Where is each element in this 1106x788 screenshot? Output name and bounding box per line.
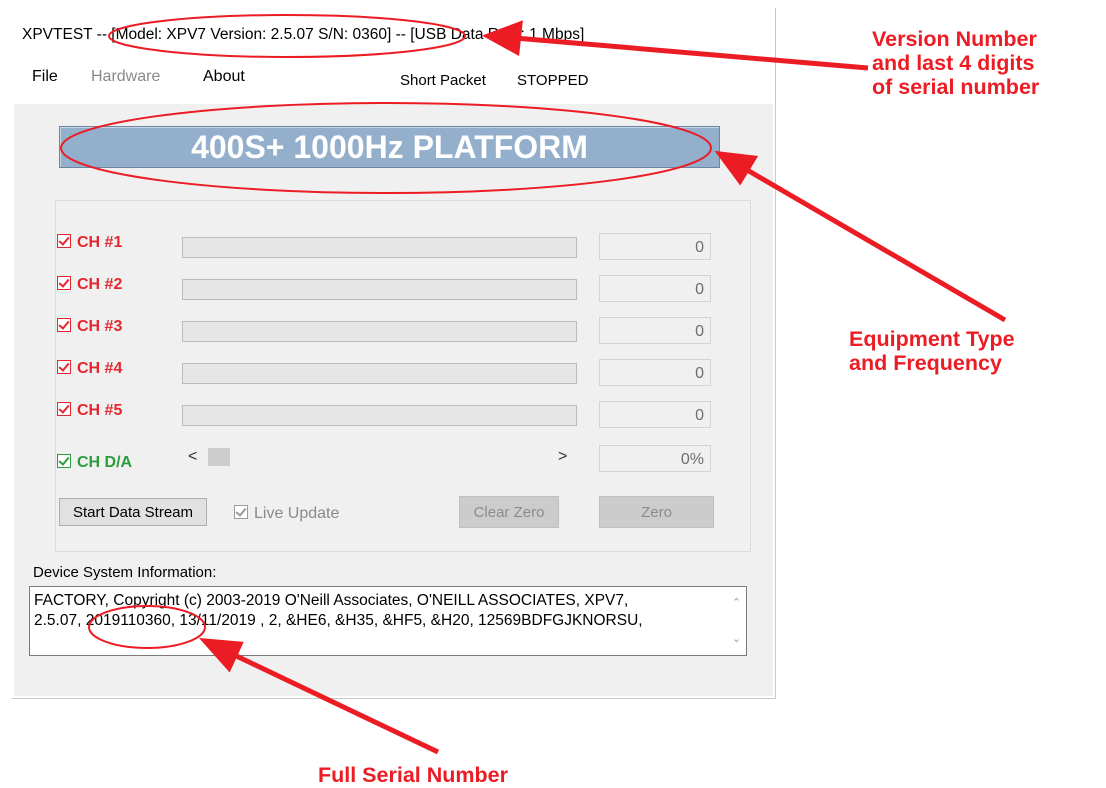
arrow-version-head [482,20,523,57]
arrow-version-line [514,35,869,71]
arrow-equipment-head [714,150,759,186]
ellipse-banner [60,102,712,194]
arrow-serial-head [198,637,244,673]
arrow-serial-line [226,649,440,755]
ellipse-serial [88,605,206,649]
ellipse-version [108,14,466,58]
arrow-equipment-line [740,164,1007,323]
annotation-overlay [60,14,1007,755]
